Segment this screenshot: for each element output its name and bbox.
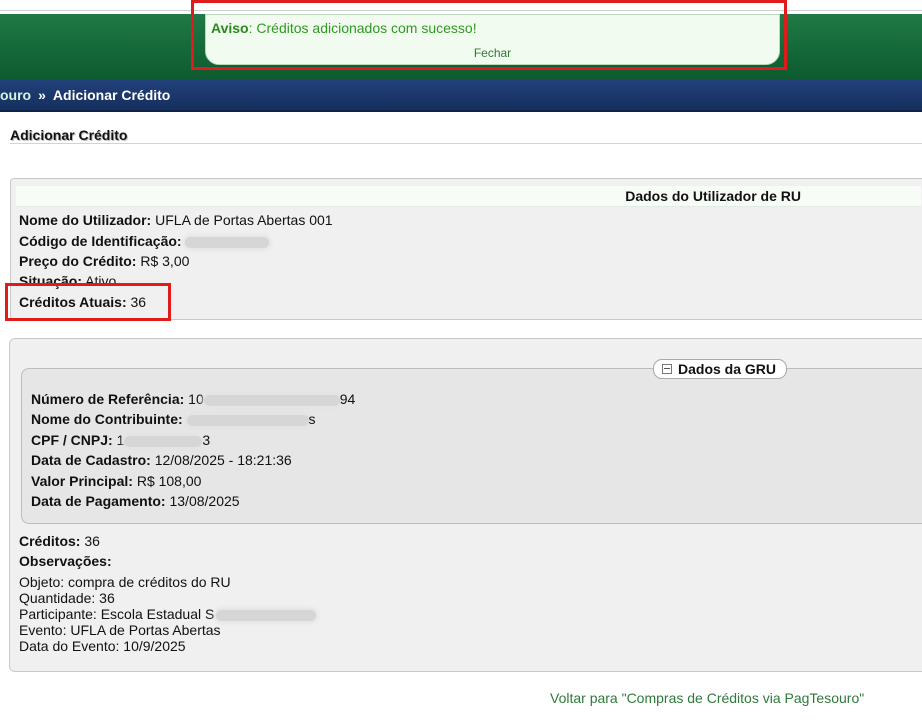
field-contributor: Nome do Contribuinte: s xyxy=(31,411,316,427)
payment-date-label: Data de Pagamento: xyxy=(31,493,166,509)
field-user-name: Nome do Utilizador: UFLA de Portas Abert… xyxy=(19,212,333,228)
credit-price-label: Preço do Crédito: xyxy=(19,253,137,269)
field-cpf-cnpj: CPF / CNPJ: 1 3 xyxy=(31,432,210,448)
gru-legend-text: Dados da GRU xyxy=(678,361,777,377)
redacted-id xyxy=(185,236,270,248)
cpf-suffix: 3 xyxy=(202,432,211,448)
registration-date-value: 12/08/2025 - 18:21:36 xyxy=(154,452,292,468)
cpf-prefix: 1 xyxy=(116,432,125,448)
collapse-icon[interactable] xyxy=(662,364,672,375)
observation-line: Quantidade: 36 xyxy=(19,590,115,606)
field-reference: Número de Referência: 10 94 xyxy=(31,391,355,407)
contributor-label: Nome do Contribuinte: xyxy=(31,411,183,427)
field-user-id: Código de Identificação: xyxy=(19,233,270,249)
principal-value-label: Valor Principal: xyxy=(31,473,133,489)
user-id-label: Código de Identificação: xyxy=(19,233,182,249)
page-title: Adicionar Crédito xyxy=(10,127,128,143)
registration-date-label: Data de Cadastro: xyxy=(31,452,151,468)
credits-highlight-frame xyxy=(5,283,171,321)
credits-value: 36 xyxy=(84,533,100,549)
principal-value-value: R$ 108,00 xyxy=(136,473,202,489)
reference-suffix: 94 xyxy=(339,391,356,407)
title-divider xyxy=(10,143,922,144)
credits-label: Créditos: xyxy=(19,533,81,549)
observation-line: Participante: Escola Estadual S xyxy=(19,606,317,622)
user-name-label: Nome do Utilizador: xyxy=(19,212,152,228)
user-panel-title: Dados do Utilizador de RU xyxy=(625,188,801,204)
observation-line: Objeto: compra de créditos do RU xyxy=(19,574,231,590)
user-name-value: UFLA de Portas Abertas 001 xyxy=(155,212,333,228)
field-registration-date: Data de Cadastro: 12/08/2025 - 18:21:36 xyxy=(31,452,292,468)
field-payment-date: Data de Pagamento: 13/08/2025 xyxy=(31,493,240,509)
notice-highlight-frame xyxy=(191,0,787,70)
breadcrumb-separator: » xyxy=(38,87,46,103)
breadcrumb: ouro » Adicionar Crédito xyxy=(0,87,170,103)
payment-date-value: 13/08/2025 xyxy=(169,493,240,509)
breadcrumb-previous[interactable]: ouro xyxy=(0,87,31,103)
field-credits: Créditos: 36 xyxy=(19,533,100,549)
redacted-contributor xyxy=(186,414,309,426)
cpf-label: CPF / CNPJ: xyxy=(31,432,113,448)
back-link[interactable]: Voltar para "Compras de Créditos via Pag… xyxy=(550,690,864,706)
reference-prefix: 10 xyxy=(188,391,204,407)
user-panel-header: Dados do Utilizador de RU xyxy=(16,186,921,207)
redacted-cpf xyxy=(124,435,203,447)
redacted-reference xyxy=(203,394,340,406)
reference-label: Número de Referência: xyxy=(31,391,185,407)
observations-label: Observações: xyxy=(19,553,112,569)
participant-text: Participante: Escola Estadual S xyxy=(19,606,215,622)
observation-line: Evento: UFLA de Portas Abertas xyxy=(19,622,221,638)
observations-heading: Observações: xyxy=(19,553,112,569)
credit-price-value: R$ 3,00 xyxy=(140,253,190,269)
field-credit-price: Preço do Crédito: R$ 3,00 xyxy=(19,253,189,269)
navigation-bar: ouro » Adicionar Crédito xyxy=(0,80,922,112)
field-principal-value: Valor Principal: R$ 108,00 xyxy=(31,473,201,489)
breadcrumb-current: Adicionar Crédito xyxy=(52,87,171,103)
observation-line: Data do Evento: 10/9/2025 xyxy=(19,638,186,654)
redacted-participant xyxy=(216,609,317,621)
contributor-suffix: s xyxy=(308,411,316,427)
gru-legend[interactable]: Dados da GRU xyxy=(653,359,788,379)
